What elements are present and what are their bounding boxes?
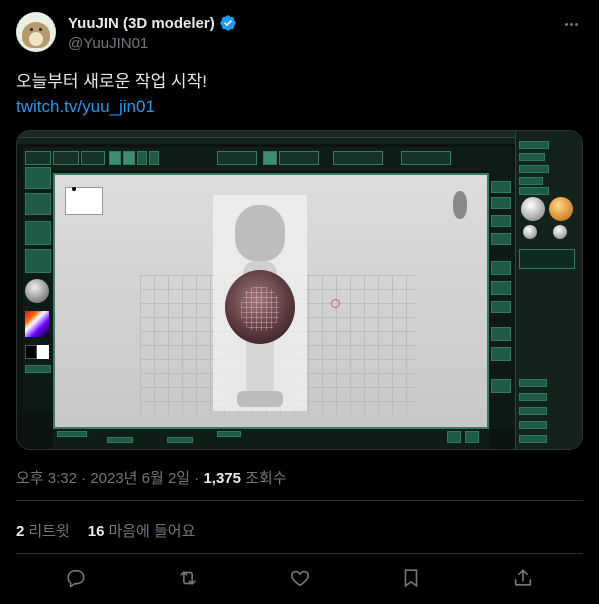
- retweet-icon[interactable]: [176, 566, 200, 590]
- subtool-thumbnail: [553, 225, 567, 239]
- toolbar-slider: [333, 151, 383, 165]
- brush-icon: [25, 167, 51, 189]
- toolbar-button: [217, 151, 257, 165]
- tool-palette-button: [519, 407, 547, 415]
- secondary-color-swatch: [37, 345, 49, 359]
- tweet-header: YuuJIN (3D modeler) @YuuJIN01: [16, 10, 583, 60]
- avatar-eye-left: [30, 28, 33, 31]
- avatar[interactable]: [16, 12, 56, 52]
- bottom-bar-button: [167, 437, 193, 443]
- tool-sphere-thumbnail: [521, 197, 545, 221]
- reference-head: [235, 205, 285, 261]
- alpha-slot: [25, 221, 51, 245]
- alpha-dot: [72, 187, 76, 191]
- tool-palette-button: [519, 165, 549, 173]
- tweet-text: 오늘부터 새로운 작업 시작!: [16, 72, 207, 91]
- tweet-media-image[interactable]: [16, 130, 583, 450]
- reference-feet: [237, 391, 283, 407]
- tweet-meta: 오후 3:32 · 2023년 6월 2일 · 1,375 조회수: [16, 467, 287, 488]
- toolbar-button: [81, 151, 105, 165]
- orientation-head-icon: [453, 191, 467, 219]
- tweet-date[interactable]: 2023년 6월 2일: [90, 470, 190, 487]
- zbrush-menubar: [17, 131, 582, 138]
- verified-badge-icon[interactable]: [219, 14, 237, 32]
- tweet-stats: 2 리트윗 16 마음에 들어요: [16, 520, 195, 541]
- more-options-icon[interactable]: [559, 14, 583, 34]
- transp-button: [491, 379, 511, 393]
- texture-slot: [25, 249, 51, 273]
- shelf-button: [491, 181, 511, 193]
- color-picker: [25, 311, 49, 337]
- toolbar-zadd-button: [263, 151, 277, 165]
- zbrush-menubar-secondary: [17, 138, 582, 144]
- tool-palette-button: [519, 177, 543, 185]
- tool-palette-button: [519, 435, 547, 443]
- retweets-stat[interactable]: 2 리트윗: [16, 520, 70, 541]
- tweet-actions: [16, 566, 583, 594]
- divider: [16, 500, 583, 501]
- main-color-swatch: [25, 345, 37, 359]
- tool-palette-button: [519, 393, 547, 401]
- toolbar-button: [149, 151, 159, 165]
- brush-cursor-icon: [331, 299, 340, 308]
- switch-color-button: [25, 365, 51, 373]
- likes-count: 16: [87, 523, 105, 540]
- meta-separator: ·: [81, 470, 87, 487]
- polyframe-button: [491, 347, 511, 361]
- alpha-preview: [65, 187, 103, 215]
- toolbar-button: [279, 151, 319, 165]
- user-handle[interactable]: @YuuJIN01: [68, 35, 148, 52]
- bottom-bar-button: [107, 437, 133, 443]
- likes-label: 마음에 들어요: [108, 523, 196, 540]
- subtool-thumbnail: [523, 225, 537, 239]
- toolbar-button: [137, 151, 147, 165]
- divider: [16, 553, 583, 554]
- display-name[interactable]: YuuJIN (3D modeler): [68, 15, 215, 32]
- tool-palette-button: [519, 421, 547, 429]
- rotate-button: [491, 327, 511, 341]
- bottom-bar-button: [465, 431, 479, 443]
- bottom-bar-button: [57, 431, 87, 437]
- retweets-label: 리트윗: [28, 523, 70, 540]
- tool-palette-button: [519, 141, 549, 149]
- name-row: YuuJIN (3D modeler): [68, 14, 237, 32]
- bookmark-icon[interactable]: [399, 566, 423, 590]
- shelf-button: [491, 233, 511, 245]
- tool-palette-button: [519, 379, 547, 387]
- retweets-count: 2: [16, 523, 25, 540]
- stroke-icon: [25, 193, 51, 215]
- toolbar-button: [25, 151, 51, 165]
- tool-palette-button: [519, 153, 545, 161]
- toolbar-edit-button: [109, 151, 121, 165]
- tweet-time[interactable]: 오후 3:32: [16, 470, 77, 487]
- bottom-bar-button: [447, 431, 461, 443]
- avatar-eye-right: [39, 28, 42, 31]
- tool-palette-button: [519, 187, 549, 195]
- move-button: [491, 281, 511, 295]
- views-label: 조회수: [245, 470, 287, 487]
- bottom-bar-button: [217, 431, 241, 437]
- zbrush-viewport: [53, 173, 489, 429]
- toolbar-button: [53, 151, 79, 165]
- views-count: 1,375: [203, 470, 241, 487]
- shelf-button: [491, 215, 511, 227]
- likes-stat[interactable]: 16 마음에 들어요: [88, 520, 196, 541]
- polyframe-overlay: [241, 287, 279, 331]
- toolbar-slider: [401, 151, 451, 165]
- toolbar-draw-button: [123, 151, 135, 165]
- like-icon[interactable]: [288, 566, 312, 590]
- reply-icon[interactable]: [64, 566, 88, 590]
- avatar-belly: [29, 32, 43, 46]
- material-ball-icon: [25, 279, 49, 303]
- subtool-list: [519, 249, 575, 269]
- xyz-button: [491, 301, 511, 313]
- shelf-button: [491, 197, 511, 209]
- tweet-link[interactable]: twitch.tv/yuu_jin01: [16, 95, 155, 118]
- share-icon[interactable]: [511, 566, 535, 590]
- zbrush-interface: [17, 131, 582, 449]
- frame-button: [491, 261, 511, 275]
- simplebrush-thumbnail: [549, 197, 573, 221]
- meta-separator: ·: [194, 470, 200, 487]
